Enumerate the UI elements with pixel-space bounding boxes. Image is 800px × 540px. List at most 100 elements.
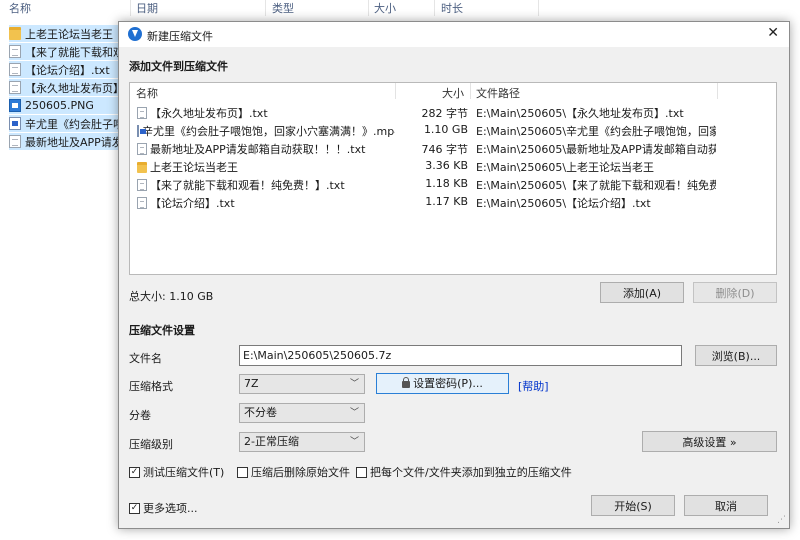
dialog-titlebar[interactable]: 新建压缩文件 ✕: [119, 22, 789, 47]
file-path: E:\Main\250605\【永久地址发布页】.txt: [476, 107, 684, 120]
browse-button[interactable]: 浏览(B)...: [695, 345, 777, 366]
explorer-row-name: 【论坛介绍】.txt: [25, 63, 110, 77]
list-header-path[interactable]: 文件路径: [476, 85, 520, 101]
file-list-header: 名称 大小 文件路径: [130, 83, 776, 101]
filename-field[interactable]: E:\Main\250605\250605.7z: [239, 345, 682, 366]
checkbox-box: ✓: [129, 502, 140, 514]
file-size: 746 字节: [421, 143, 469, 156]
file-list-row[interactable]: 辛尤里《约会肚子喂饱饱，回家小穴塞满满！》.mp4 1.10 GB E:\Mai…: [130, 120, 776, 138]
format-select[interactable]: 7Z ﹀: [239, 374, 365, 394]
explorer-row[interactable]: 250605.PNG: [9, 97, 121, 114]
compression-level-label: 压缩级别: [129, 438, 173, 451]
file-size: 1.17 KB: [425, 195, 468, 208]
column-divider: [717, 83, 718, 99]
cancel-button[interactable]: 取消: [684, 495, 768, 516]
set-password-label: 设置密码(P)...: [413, 377, 483, 390]
file-name: 【永久地址发布页】.txt: [150, 107, 268, 120]
lock-icon: [402, 377, 411, 388]
chevron-down-icon: ﹀: [349, 379, 359, 389]
close-icon[interactable]: ✕: [767, 25, 779, 41]
separate-archives-checkbox[interactable]: 把每个文件/文件夹添加到独立的压缩文件: [356, 464, 572, 480]
file-path: E:\Main\250605\【来了就能下载和观看！纯免费！...: [476, 179, 716, 192]
checkbox-box: [356, 466, 367, 478]
start-button[interactable]: 开始(S): [591, 495, 675, 516]
file-name: 辛尤里《约会肚子喂饱饱，回家小穴塞满满！》.mp4: [142, 125, 395, 138]
column-divider: [130, 0, 131, 16]
file-name: 上老王论坛当老王: [150, 161, 238, 174]
format-select-value: 7Z: [244, 377, 259, 390]
list-header-size[interactable]: 大小: [442, 85, 464, 101]
file-list-row[interactable]: 最新地址及APP请发邮箱自动获取！！！.txt 746 字节 E:\Main\2…: [130, 138, 776, 156]
text-file-icon: [137, 179, 147, 191]
file-path: E:\Main\250605\【论坛介绍】.txt: [476, 197, 651, 210]
folder-icon: [137, 161, 147, 173]
advanced-settings-button[interactable]: 高级设置 »: [642, 431, 777, 452]
file-name: 【来了就能下载和观看！纯免费！】.txt: [150, 179, 345, 192]
file-name: 【论坛介绍】.txt: [150, 197, 235, 210]
file-list-row[interactable]: 【论坛介绍】.txt 1.17 KB E:\Main\250605\【论坛介绍】…: [130, 192, 776, 210]
explorer-row-name: 250605.PNG: [25, 99, 94, 112]
set-password-button[interactable]: 设置密码(P)...: [376, 373, 509, 394]
compression-level-value: 2-正常压缩: [244, 435, 299, 448]
explorer-row[interactable]: 【论坛介绍】.txt: [9, 61, 121, 78]
file-list-row[interactable]: 【来了就能下载和观看！纯免费！】.txt 1.18 KB E:\Main\250…: [130, 174, 776, 192]
text-file-icon: [9, 135, 21, 148]
file-list-row[interactable]: 上老王论坛当老王 3.36 KB E:\Main\250605\上老王论坛当老王: [130, 156, 776, 174]
separate-archives-label: 把每个文件/文件夹添加到独立的压缩文件: [370, 466, 572, 479]
text-file-icon: [137, 143, 147, 155]
column-header-type[interactable]: 类型: [272, 0, 294, 16]
app-icon: [128, 27, 142, 41]
split-label: 分卷: [129, 409, 151, 422]
test-archive-checkbox[interactable]: ✓ 测试压缩文件(T): [129, 464, 224, 480]
explorer-row[interactable]: 上老王论坛当老王: [9, 25, 121, 42]
format-label: 压缩格式: [129, 380, 173, 393]
remove-button[interactable]: 删除(D): [693, 282, 777, 303]
add-button[interactable]: 添加(A): [600, 282, 684, 303]
file-path: E:\Main\250605\上老王论坛当老王: [476, 161, 655, 174]
explorer-row-name: 上老王论坛当老王: [25, 27, 113, 41]
file-list[interactable]: 名称 大小 文件路径 【永久地址发布页】.txt 282 字节 E:\Main\…: [129, 82, 777, 275]
resize-grip-icon[interactable]: ⋰: [777, 515, 786, 525]
filename-label: 文件名: [129, 352, 162, 365]
column-header-size[interactable]: 大小: [374, 0, 396, 16]
test-archive-label: 测试压缩文件(T): [143, 466, 225, 479]
compression-level-select[interactable]: 2-正常压缩 ﹀: [239, 432, 365, 452]
file-path: E:\Main\250605\最新地址及APP请发邮箱自动获取...: [476, 143, 716, 156]
file-path: E:\Main\250605\辛尤里《约会肚子喂饱饱，回家小...: [476, 125, 716, 138]
explorer-row[interactable]: 最新地址及APP请发...: [9, 133, 121, 150]
column-header-duration[interactable]: 时长: [441, 0, 463, 16]
text-file-icon: [9, 81, 21, 94]
explorer-column-headers: 名称 日期 类型 大小 时长: [0, 0, 800, 16]
more-options-label: 更多选项...: [143, 502, 198, 515]
folder-icon: [9, 27, 21, 40]
column-divider: [538, 0, 539, 16]
split-select[interactable]: 不分卷 ﹀: [239, 403, 365, 423]
file-size: 1.18 KB: [425, 177, 468, 190]
file-list-row[interactable]: 【永久地址发布页】.txt 282 字节 E:\Main\250605\【永久地…: [130, 102, 776, 120]
image-file-icon: [9, 99, 21, 112]
column-header-name[interactable]: 名称: [9, 0, 31, 16]
checkbox-box: [237, 466, 248, 478]
column-divider: [395, 83, 396, 99]
video-file-icon: [9, 117, 21, 130]
more-options-checkbox[interactable]: ✓ 更多选项...: [129, 500, 198, 516]
explorer-row[interactable]: 【永久地址发布页】.t: [9, 79, 121, 96]
delete-after-compress-checkbox[interactable]: 压缩后删除原始文件: [237, 464, 350, 480]
text-file-icon: [137, 197, 147, 209]
explorer-row-name: 【永久地址发布页】.t: [25, 81, 121, 95]
checkbox-box: ✓: [129, 466, 140, 478]
help-link[interactable]: [帮助]: [518, 378, 549, 394]
file-name: 最新地址及APP请发邮箱自动获取！！！.txt: [150, 143, 366, 156]
text-file-icon: [137, 107, 147, 119]
explorer-row-name: 最新地址及APP请发...: [25, 135, 121, 149]
column-header-date[interactable]: 日期: [136, 0, 158, 16]
explorer-row-name: 辛尤里《约会肚子喂...: [25, 117, 121, 131]
column-divider: [368, 0, 369, 16]
add-files-section-title: 添加文件到压缩文件: [129, 60, 228, 73]
chevron-down-icon: ﹀: [349, 408, 359, 418]
video-file-icon: [137, 125, 146, 137]
list-header-name[interactable]: 名称: [136, 85, 158, 101]
explorer-row[interactable]: 【来了就能下载和观...: [9, 43, 121, 60]
explorer-row[interactable]: 辛尤里《约会肚子喂...: [9, 115, 121, 132]
column-divider: [265, 0, 266, 16]
